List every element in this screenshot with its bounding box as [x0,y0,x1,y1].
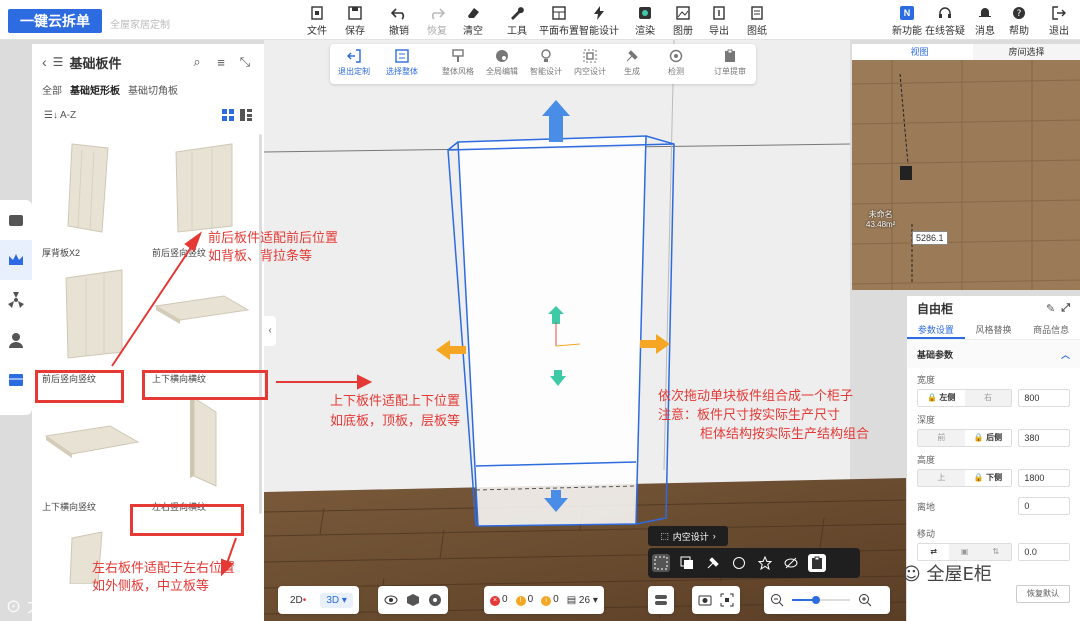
annotation-combine-2: 注意：板件尺寸按实际生产尺寸 [658,408,841,423]
watermark-right-text: 全屋E柜 [926,564,992,585]
watermark-right: ☺ 全屋E柜 [902,560,992,586]
annotation-combine-3: 柜体结构按实际生产结构组合 [700,427,870,442]
annotation-arrows [111,231,373,577]
annotation-top-bottom-2: 如底板，顶板，层板等 [330,414,461,429]
annotation-combine-1: 依次拖动单块板件组合成一个柜子 [658,389,854,404]
watermark-logo-icon: ⊙ [6,596,27,617]
annotation-front-back-1: 前后板件适配前后位置 [208,231,339,246]
annotation-left-right-2: 如外侧板，中立板等 [92,579,210,594]
watermark-left: ⊙ 大数跨境 [6,592,99,618]
watermark-left-text: 大数跨境 [26,596,99,617]
wechat-icon: ☺ [902,564,927,585]
annotation-front-back-2: 如背板、背拉条等 [208,249,313,264]
annotation-top-bottom-1: 上下板件适配上下位置 [330,394,461,409]
annotation-left-right-1: 左右板件适配于左右位置 [92,561,236,576]
